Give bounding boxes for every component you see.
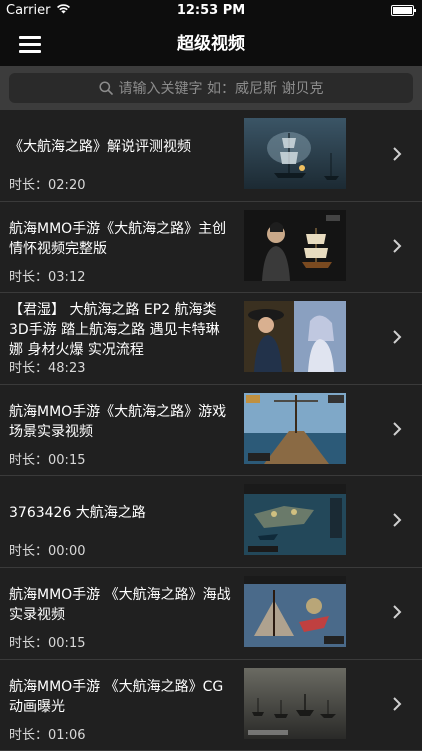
video-title: 《大航海之路》解说评测视频 <box>9 139 191 155</box>
video-thumbnail <box>244 667 346 739</box>
video-row[interactable]: 《大航海之路》解说评测视频 时长：02:20 <box>0 110 422 202</box>
search-bar: 请输入关键字 如：威尼斯 谢贝克 <box>0 66 422 110</box>
video-row[interactable]: 3763426 大航海之路 时长：00:00 <box>0 476 422 568</box>
video-row[interactable]: 航海MMO手游《大航海之路》游戏场景实录视频 时长：00:15 <box>0 385 422 477</box>
video-duration: 时长：00:15 <box>9 635 86 651</box>
video-thumbnail <box>244 301 346 373</box>
video-row[interactable]: 航海MMO手游《大航海之路》主创情怀视频完整版 时长：03:12 <box>0 202 422 294</box>
search-icon <box>98 81 113 95</box>
status-bar: Carrier 12:53 PM <box>0 0 422 22</box>
video-duration: 时长：00:00 <box>9 544 86 560</box>
chevron-right-icon <box>393 238 402 253</box>
chevron-right-icon <box>393 513 402 528</box>
video-title: 航海MMO手游《大航海之路》主创情怀视频完整版 <box>9 220 227 257</box>
video-thumbnail <box>244 575 346 647</box>
search-input[interactable]: 请输入关键字 如：威尼斯 谢贝克 <box>9 73 413 103</box>
chevron-right-icon <box>393 696 402 711</box>
page-title: 超级视频 <box>177 34 245 54</box>
video-duration: 时长：48:23 <box>9 361 86 377</box>
search-placeholder: 请输入关键字 如：威尼斯 谢贝克 <box>118 81 324 97</box>
chevron-right-icon <box>393 147 402 161</box>
video-duration: 时长：02:20 <box>9 178 86 193</box>
video-thumbnail <box>244 392 346 464</box>
chevron-right-icon <box>393 330 402 344</box>
chevron-right-icon <box>393 605 402 619</box>
battery-icon <box>391 5 416 16</box>
video-row[interactable]: 航海MMO手游 《大航海之路》CG动画曝光 时长：01:06 <box>0 660 422 751</box>
video-row[interactable]: 航海MMO手游 《大航海之路》海战实录视频 时长：00:15 <box>0 568 422 660</box>
video-list: 《大航海之路》解说评测视频 时长：02:20 航海MMO手游《大航海之路》主创情… <box>0 110 422 751</box>
video-thumbnail <box>244 484 346 556</box>
video-title: 航海MMO手游 《大航海之路》海战实录视频 <box>9 586 231 623</box>
video-duration: 时长：01:06 <box>9 727 86 743</box>
video-duration: 时长：03:12 <box>9 269 86 285</box>
video-title: 3763426 大航海之路 <box>9 505 146 522</box>
chevron-right-icon <box>393 422 402 436</box>
video-duration: 时长：00:15 <box>9 452 86 468</box>
video-title: 【君湿】 大航海之路 EP2 航海类3D手游 踏上航海之路 遇见卡特琳娜 身材火… <box>9 302 220 359</box>
video-thumbnail <box>244 209 346 281</box>
navigation-bar: 超级视频 <box>0 22 422 66</box>
video-title: 航海MMO手游《大航海之路》游戏场景实录视频 <box>9 403 227 440</box>
video-row[interactable]: 【君湿】 大航海之路 EP2 航海类3D手游 踏上航海之路 遇见卡特琳娜 身材火… <box>0 293 422 385</box>
status-time: 12:53 PM <box>176 3 246 18</box>
video-title: 航海MMO手游 《大航海之路》CG动画曝光 <box>9 678 224 715</box>
video-thumbnail <box>244 118 346 189</box>
